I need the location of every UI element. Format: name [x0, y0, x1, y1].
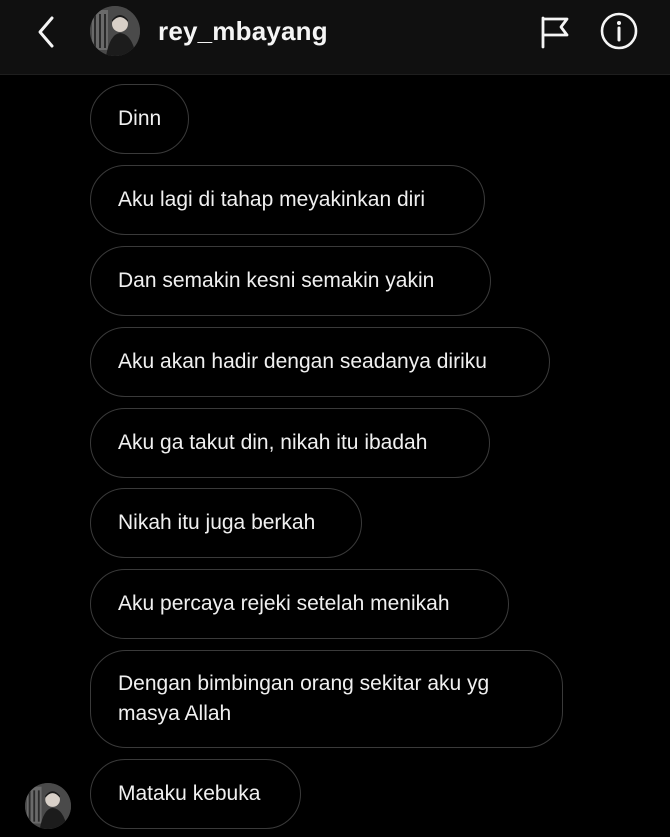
message-bubble[interactable]: Dinn: [90, 84, 189, 154]
message-bubble[interactable]: Aku ga takut din, nikah itu ibadah: [90, 408, 490, 478]
report-flag-button[interactable]: [537, 12, 573, 52]
chat-username[interactable]: rey_mbayang: [158, 16, 328, 47]
message-bubble[interactable]: Aku percaya rejeki setelah menikah: [90, 569, 509, 639]
message-bubble[interactable]: Dan semakin kesni semakin yakin: [90, 246, 491, 316]
message-bubble[interactable]: Aku lagi di tahap meyakinkan diri: [90, 165, 485, 235]
info-icon: [600, 12, 638, 50]
back-button[interactable]: [28, 12, 64, 52]
sender-avatar[interactable]: [25, 783, 71, 829]
message-bubble[interactable]: Dengan bimbingan orang sekitar aku yg ma…: [90, 650, 563, 748]
profile-photo-icon: [90, 6, 140, 56]
chevron-left-icon: [38, 16, 54, 48]
profile-photo-icon: [25, 783, 71, 829]
message-bubble[interactable]: Nikah itu juga berkah: [90, 488, 362, 558]
message-bubble[interactable]: Aku akan hadir dengan seadanya diriku: [90, 327, 550, 397]
chat-header: rey_mbayang: [0, 0, 670, 75]
info-button[interactable]: [598, 10, 640, 52]
avatar[interactable]: [90, 6, 140, 56]
flag-icon: [541, 16, 569, 49]
message-bubble[interactable]: Mataku kebuka: [90, 759, 301, 829]
message-thread: Dinn Aku lagi di tahap meyakinkan diri D…: [0, 75, 670, 837]
